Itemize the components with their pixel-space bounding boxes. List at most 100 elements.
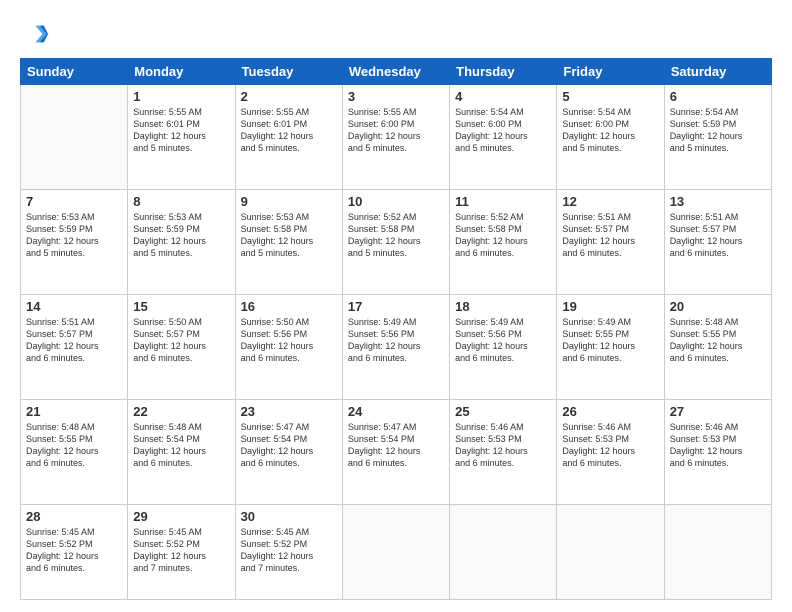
day-info: Sunrise: 5:54 AM Sunset: 5:59 PM Dayligh… xyxy=(670,106,766,155)
day-number: 24 xyxy=(348,404,444,419)
day-info: Sunrise: 5:49 AM Sunset: 5:56 PM Dayligh… xyxy=(348,316,444,365)
day-number: 22 xyxy=(133,404,229,419)
day-info: Sunrise: 5:48 AM Sunset: 5:55 PM Dayligh… xyxy=(26,421,122,470)
day-number: 29 xyxy=(133,509,229,524)
logo-icon xyxy=(20,20,48,48)
calendar-cell: 28 Sunrise: 5:45 AM Sunset: 5:52 PM Dayli… xyxy=(21,504,128,599)
calendar-week-row: 1 Sunrise: 5:55 AM Sunset: 6:01 PM Daylig… xyxy=(21,85,772,190)
calendar-cell: 19 Sunrise: 5:49 AM Sunset: 5:55 PM Dayli… xyxy=(557,294,664,399)
weekday-header: Wednesday xyxy=(342,59,449,85)
calendar-week-row: 14 Sunrise: 5:51 AM Sunset: 5:57 PM Dayli… xyxy=(21,294,772,399)
calendar-week-row: 28 Sunrise: 5:45 AM Sunset: 5:52 PM Dayli… xyxy=(21,504,772,599)
weekday-header: Thursday xyxy=(450,59,557,85)
calendar-cell xyxy=(557,504,664,599)
calendar-cell: 27Sunrise: 5:46 AM Sunset: 5:53 PM Dayli… xyxy=(664,399,771,504)
calendar-cell: 29 Sunrise: 5:45 AM Sunset: 5:52 PM Dayli… xyxy=(128,504,235,599)
weekday-header: Sunday xyxy=(21,59,128,85)
day-number: 17 xyxy=(348,299,444,314)
calendar-cell: 11 Sunrise: 5:52 AM Sunset: 5:58 PM Dayli… xyxy=(450,189,557,294)
calendar-cell: 10 Sunrise: 5:52 AM Sunset: 5:58 PM Dayli… xyxy=(342,189,449,294)
day-number: 8 xyxy=(133,194,229,209)
calendar-cell: 20 Sunrise: 5:48 AM Sunset: 5:55 PM Dayli… xyxy=(664,294,771,399)
day-number: 3 xyxy=(348,89,444,104)
page: SundayMondayTuesdayWednesdayThursdayFrid… xyxy=(0,0,792,612)
calendar-cell: 22 Sunrise: 5:48 AM Sunset: 5:54 PM Dayli… xyxy=(128,399,235,504)
calendar-cell: 17 Sunrise: 5:49 AM Sunset: 5:56 PM Dayli… xyxy=(342,294,449,399)
calendar-cell: 18 Sunrise: 5:49 AM Sunset: 5:56 PM Dayli… xyxy=(450,294,557,399)
day-number: 21 xyxy=(26,404,122,419)
calendar-cell: 21 Sunrise: 5:48 AM Sunset: 5:55 PM Dayli… xyxy=(21,399,128,504)
day-number: 7 xyxy=(26,194,122,209)
day-info: Sunrise: 5:51 AM Sunset: 5:57 PM Dayligh… xyxy=(26,316,122,365)
calendar-cell: 23Sunrise: 5:47 AM Sunset: 5:54 PM Dayli… xyxy=(235,399,342,504)
day-info: Sunrise: 5:52 AM Sunset: 5:58 PM Dayligh… xyxy=(455,211,551,260)
calendar-cell: 6 Sunrise: 5:54 AM Sunset: 5:59 PM Daylig… xyxy=(664,85,771,190)
day-info: Sunrise: 5:49 AM Sunset: 5:55 PM Dayligh… xyxy=(562,316,658,365)
calendar-cell: 12 Sunrise: 5:51 AM Sunset: 5:57 PM Dayli… xyxy=(557,189,664,294)
calendar-cell: 26 Sunrise: 5:46 AM Sunset: 5:53 PM Dayli… xyxy=(557,399,664,504)
header xyxy=(20,18,772,48)
day-info: Sunrise: 5:55 AM Sunset: 6:01 PM Dayligh… xyxy=(133,106,229,155)
day-number: 14 xyxy=(26,299,122,314)
calendar-cell: 4 Sunrise: 5:54 AM Sunset: 6:00 PM Daylig… xyxy=(450,85,557,190)
day-number: 13 xyxy=(670,194,766,209)
calendar-cell: 25 Sunrise: 5:46 AM Sunset: 5:53 PM Dayli… xyxy=(450,399,557,504)
day-number: 19 xyxy=(562,299,658,314)
day-info: Sunrise: 5:47 AM Sunset: 5:54 PM Dayligh… xyxy=(241,421,337,470)
calendar-cell: 30 Sunrise: 5:45 AM Sunset: 5:52 PM Dayli… xyxy=(235,504,342,599)
day-info: Sunrise: 5:52 AM Sunset: 5:58 PM Dayligh… xyxy=(348,211,444,260)
logo xyxy=(20,22,50,48)
day-number: 27 xyxy=(670,404,766,419)
calendar-cell: 3 Sunrise: 5:55 AM Sunset: 6:00 PM Daylig… xyxy=(342,85,449,190)
calendar-cell: 8Sunrise: 5:53 AM Sunset: 5:59 PM Daylig… xyxy=(128,189,235,294)
day-info: Sunrise: 5:55 AM Sunset: 6:00 PM Dayligh… xyxy=(348,106,444,155)
day-number: 25 xyxy=(455,404,551,419)
day-info: Sunrise: 5:54 AM Sunset: 6:00 PM Dayligh… xyxy=(455,106,551,155)
weekday-header: Monday xyxy=(128,59,235,85)
calendar-cell: 13 Sunrise: 5:51 AM Sunset: 5:57 PM Dayli… xyxy=(664,189,771,294)
day-number: 30 xyxy=(241,509,337,524)
day-number: 6 xyxy=(670,89,766,104)
day-number: 5 xyxy=(562,89,658,104)
calendar-cell: 2 Sunrise: 5:55 AM Sunset: 6:01 PM Daylig… xyxy=(235,85,342,190)
calendar-week-row: 21 Sunrise: 5:48 AM Sunset: 5:55 PM Dayli… xyxy=(21,399,772,504)
calendar-cell: 1 Sunrise: 5:55 AM Sunset: 6:01 PM Daylig… xyxy=(128,85,235,190)
day-info: Sunrise: 5:49 AM Sunset: 5:56 PM Dayligh… xyxy=(455,316,551,365)
day-number: 1 xyxy=(133,89,229,104)
day-info: Sunrise: 5:51 AM Sunset: 5:57 PM Dayligh… xyxy=(670,211,766,260)
day-info: Sunrise: 5:50 AM Sunset: 5:56 PM Dayligh… xyxy=(241,316,337,365)
day-info: Sunrise: 5:53 AM Sunset: 5:59 PM Dayligh… xyxy=(26,211,122,260)
day-info: Sunrise: 5:54 AM Sunset: 6:00 PM Dayligh… xyxy=(562,106,658,155)
day-number: 20 xyxy=(670,299,766,314)
day-number: 2 xyxy=(241,89,337,104)
calendar-cell: 16 Sunrise: 5:50 AM Sunset: 5:56 PM Dayli… xyxy=(235,294,342,399)
calendar-cell: 5 Sunrise: 5:54 AM Sunset: 6:00 PM Daylig… xyxy=(557,85,664,190)
day-info: Sunrise: 5:46 AM Sunset: 5:53 PM Dayligh… xyxy=(562,421,658,470)
day-number: 11 xyxy=(455,194,551,209)
day-info: Sunrise: 5:48 AM Sunset: 5:55 PM Dayligh… xyxy=(670,316,766,365)
day-info: Sunrise: 5:45 AM Sunset: 5:52 PM Dayligh… xyxy=(26,526,122,575)
day-number: 10 xyxy=(348,194,444,209)
day-number: 26 xyxy=(562,404,658,419)
day-number: 28 xyxy=(26,509,122,524)
day-info: Sunrise: 5:50 AM Sunset: 5:57 PM Dayligh… xyxy=(133,316,229,365)
day-info: Sunrise: 5:45 AM Sunset: 5:52 PM Dayligh… xyxy=(241,526,337,575)
calendar-cell: 15Sunrise: 5:50 AM Sunset: 5:57 PM Dayli… xyxy=(128,294,235,399)
day-number: 9 xyxy=(241,194,337,209)
calendar-cell xyxy=(21,85,128,190)
day-number: 4 xyxy=(455,89,551,104)
day-number: 16 xyxy=(241,299,337,314)
day-info: Sunrise: 5:47 AM Sunset: 5:54 PM Dayligh… xyxy=(348,421,444,470)
calendar-cell: 24 Sunrise: 5:47 AM Sunset: 5:54 PM Dayli… xyxy=(342,399,449,504)
calendar-cell xyxy=(450,504,557,599)
day-info: Sunrise: 5:55 AM Sunset: 6:01 PM Dayligh… xyxy=(241,106,337,155)
day-number: 18 xyxy=(455,299,551,314)
weekday-header: Friday xyxy=(557,59,664,85)
day-info: Sunrise: 5:51 AM Sunset: 5:57 PM Dayligh… xyxy=(562,211,658,260)
day-info: Sunrise: 5:45 AM Sunset: 5:52 PM Dayligh… xyxy=(133,526,229,575)
calendar-cell: 7 Sunrise: 5:53 AM Sunset: 5:59 PM Daylig… xyxy=(21,189,128,294)
day-number: 12 xyxy=(562,194,658,209)
weekday-header: Saturday xyxy=(664,59,771,85)
day-info: Sunrise: 5:46 AM Sunset: 5:53 PM Dayligh… xyxy=(455,421,551,470)
day-info: Sunrise: 5:48 AM Sunset: 5:54 PM Dayligh… xyxy=(133,421,229,470)
